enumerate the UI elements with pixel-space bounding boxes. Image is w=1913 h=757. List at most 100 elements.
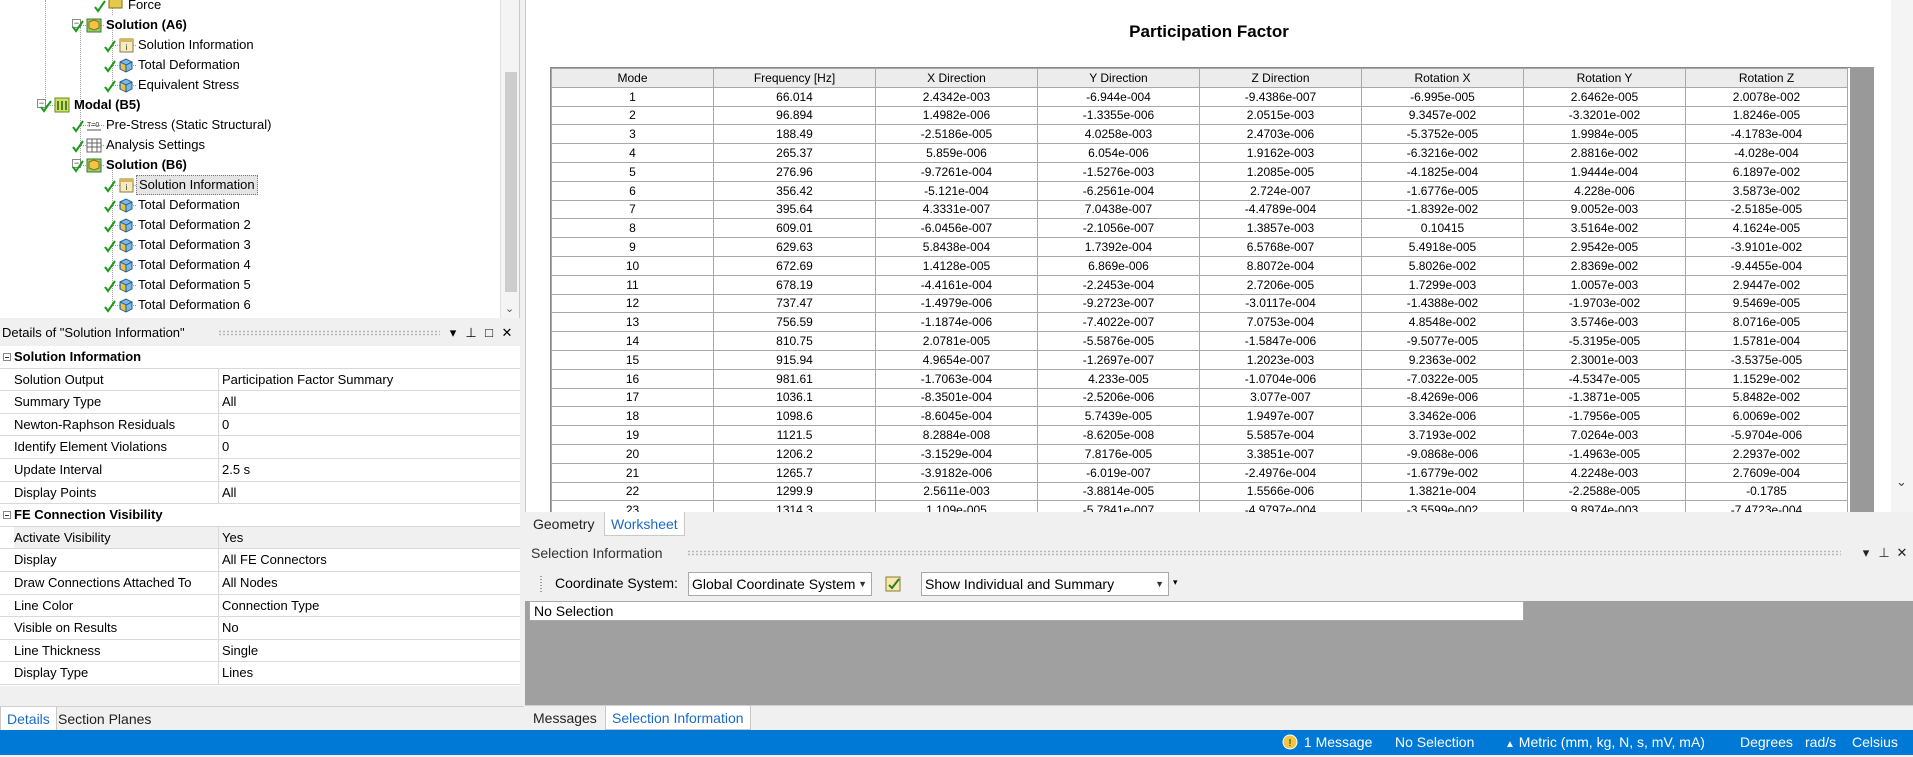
table-cell: -5.9704e-006 xyxy=(1685,425,1848,445)
units-status[interactable]: ▲ Metric (mm, kg, N, s, mV, mA) xyxy=(1505,730,1705,757)
dropdown-icon[interactable]: ▾ xyxy=(1857,542,1875,564)
collapse-icon[interactable] xyxy=(3,353,11,361)
tree-node[interactable]: Total Deformation 5 xyxy=(104,275,253,295)
selection-info-header: Selection Information ▾ ⊥ ✕ xyxy=(525,542,1913,564)
table-cell: -3.5599e-002 xyxy=(1361,500,1524,512)
panel-grip[interactable] xyxy=(218,330,440,336)
table-cell: 9.3457e-002 xyxy=(1361,105,1524,126)
details-row[interactable]: Display Points All xyxy=(0,481,520,505)
details-row-value[interactable]: Participation Factor Summary xyxy=(222,369,520,391)
tree-node[interactable]: Total Deformation xyxy=(104,55,242,75)
details-row[interactable]: Display Type Lines xyxy=(0,662,520,685)
details-row-value[interactable]: Connection Type xyxy=(222,595,520,617)
mode-cell: 16 xyxy=(551,368,714,389)
tree-node[interactable]: i Solution Information xyxy=(104,35,256,55)
details-row-value[interactable]: Lines xyxy=(222,662,520,684)
check-icon xyxy=(94,0,106,14)
details-row[interactable]: Line Color Connection Type xyxy=(0,594,520,618)
details-row-value[interactable]: All FE Connectors xyxy=(222,549,520,571)
check-icon xyxy=(72,136,84,154)
tree-node[interactable]: i Solution Information xyxy=(104,175,258,195)
tree-node[interactable]: Total Deformation 3 xyxy=(104,235,253,255)
details-row[interactable]: Identify Element Violations 0 xyxy=(0,436,520,459)
panel-grip[interactable] xyxy=(687,550,1841,556)
tree-node[interactable]: Modal (B5) xyxy=(40,95,142,115)
tab-messages[interactable]: Messages xyxy=(527,706,603,730)
details-row-value[interactable]: No xyxy=(222,617,520,639)
rate-units-status[interactable]: rad/s xyxy=(1805,730,1836,755)
pin-icon[interactable]: ⊥ xyxy=(462,322,480,344)
tree-scrollbar[interactable]: ⌄ xyxy=(500,0,519,318)
details-row[interactable]: Solution Output Participation Factor Summ… xyxy=(0,368,520,392)
temperature-units-status[interactable]: Celsius xyxy=(1852,730,1898,755)
details-group-header[interactable]: FE Connection Visibility xyxy=(0,504,520,527)
coordinate-system-label: Coordinate System: xyxy=(555,575,678,591)
details-row-value[interactable]: Single xyxy=(222,640,520,662)
details-row[interactable]: Summary Type All xyxy=(0,391,520,414)
pin-icon[interactable]: ⊥ xyxy=(1875,542,1893,564)
check-icon xyxy=(104,256,116,274)
chevron-down-icon[interactable]: ⌄ xyxy=(505,302,514,315)
coordinate-system-select[interactable]: Global Coordinate System ▼ xyxy=(688,572,872,596)
tab-details[interactable]: Details xyxy=(0,707,57,731)
tree-node[interactable]: Total Deformation 6 xyxy=(104,295,253,315)
tree-node[interactable]: Force xyxy=(94,0,163,15)
table-cell: -1.5847e-006 xyxy=(1199,331,1362,351)
collapse-icon[interactable] xyxy=(3,511,11,520)
tree-node[interactable]: Solution (B6) xyxy=(72,155,189,175)
table-cell: 810.75 xyxy=(713,331,876,351)
show-mode-select[interactable]: Show Individual and Summary ▼ xyxy=(921,572,1169,596)
table-cell: -3.8814e-005 xyxy=(1037,481,1200,502)
tab-selection-information[interactable]: Selection Information xyxy=(605,706,751,730)
details-row-value[interactable]: 0 xyxy=(222,436,520,458)
chevron-down-icon[interactable]: ⌄ xyxy=(1896,474,1907,490)
toolbar-grip[interactable] xyxy=(539,575,543,593)
details-row[interactable]: Line Thickness Single xyxy=(0,639,520,663)
dropdown-icon[interactable]: ▾ xyxy=(444,322,462,344)
table-cell: -7.4723e-004 xyxy=(1685,500,1848,512)
scroll-thumb[interactable] xyxy=(505,72,517,292)
tree-node[interactable]: Equivalent Stress xyxy=(104,75,241,95)
table-cell: 7.8176e-005 xyxy=(1037,443,1200,464)
details-row[interactable]: Newton-Raphson Residuals 0 xyxy=(0,413,520,437)
tree-node[interactable]: Analysis Settings xyxy=(72,135,207,155)
select-mode-icon[interactable] xyxy=(884,574,904,594)
details-row[interactable]: Display All FE Connectors xyxy=(0,549,520,572)
tree-node[interactable]: Total Deformation 4 xyxy=(104,255,253,275)
details-group-label: Solution Information xyxy=(14,349,142,364)
table-cell: -1.6776e-005 xyxy=(1361,180,1524,201)
details-row-value[interactable]: All xyxy=(222,391,520,413)
tree-node[interactable]: Total Deformation 2 xyxy=(104,215,253,235)
row-margin xyxy=(0,526,14,549)
close-icon[interactable]: ✕ xyxy=(1893,542,1911,564)
table-row: 21 1265.7 -3.9182e-006 -6.019e-007 -2.4976e-… xyxy=(551,462,1848,483)
tree-node[interactable]: Solution (A6) xyxy=(72,15,189,35)
details-row[interactable]: Activate Visibility Yes xyxy=(0,526,520,550)
table-cell: 5.5857e-004 xyxy=(1199,425,1362,445)
details-row-value[interactable]: 2.5 s xyxy=(222,459,520,481)
tree-node[interactable]: Total Deformation xyxy=(104,195,242,215)
details-row-value[interactable]: 0 xyxy=(222,414,520,436)
worksheet-scrollbar[interactable]: ⌄ xyxy=(1891,0,1913,512)
messages-status[interactable]: ! 1 Message xyxy=(1282,730,1372,755)
table-cell: -4.028e-004 xyxy=(1685,143,1848,163)
tab-worksheet[interactable]: Worksheet xyxy=(604,512,685,536)
table-column-header: Frequency [Hz] xyxy=(713,68,876,88)
details-row-value[interactable]: Yes xyxy=(222,527,520,549)
maximize-icon[interactable]: □ xyxy=(480,322,498,344)
toolbar-overflow-icon[interactable]: ▾ xyxy=(1173,577,1178,588)
tab-section-planes[interactable]: Section Planes xyxy=(52,707,157,731)
details-row[interactable]: Update Interval 2.5 s xyxy=(0,459,520,482)
close-icon[interactable]: ✕ xyxy=(498,322,516,344)
details-row[interactable]: Visible on Results No xyxy=(0,617,520,640)
tab-geometry[interactable]: Geometry xyxy=(527,512,600,536)
details-row-value[interactable]: All Nodes xyxy=(222,572,520,594)
angle-units-status[interactable]: Degrees xyxy=(1740,730,1793,755)
table-cell: 4.0258e-003 xyxy=(1037,124,1200,145)
details-row-value[interactable]: All xyxy=(222,482,520,504)
mode-cell: 14 xyxy=(551,331,714,351)
tree-node[interactable]: T=0 Pre-Stress (Static Structural) xyxy=(72,115,273,135)
details-row[interactable]: Draw Connections Attached To All Nodes xyxy=(0,572,520,595)
details-group-header[interactable]: Solution Information xyxy=(0,346,520,369)
mode-cell: 21 xyxy=(551,462,714,483)
